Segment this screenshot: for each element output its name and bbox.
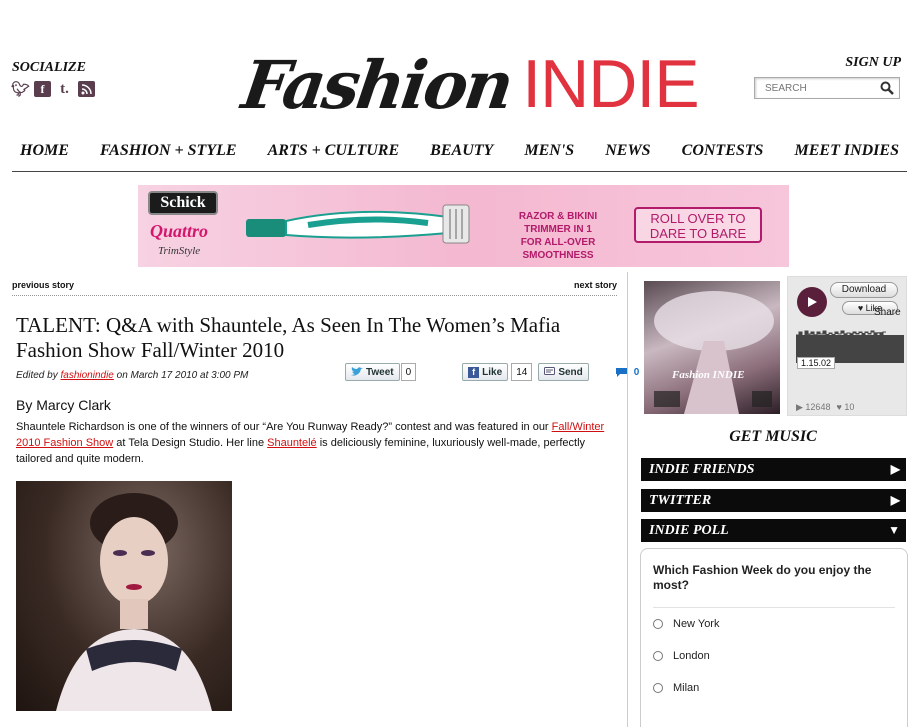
indie-friends-bar[interactable]: INDIE FRIENDS ▶ (641, 458, 906, 481)
facebook-icon[interactable]: f (34, 81, 51, 97)
ad-brand-logo: Schick (148, 191, 218, 215)
music-player: Download ♥ Like Share 1.15.02 ▶ 12648 ♥ … (787, 276, 907, 416)
sidebar-divider (627, 272, 628, 727)
expand-arrow-icon: ▶ (890, 493, 900, 507)
socialize-label: SOCIALIZE (12, 60, 86, 75)
tumblr-icon[interactable]: t. (56, 81, 73, 97)
logo-script: Fashion (237, 46, 516, 124)
tweet-count: 0 (400, 363, 417, 381)
radio-button[interactable] (653, 619, 663, 629)
play-button[interactable] (797, 287, 827, 317)
get-music-label[interactable]: GET MUSIC (640, 428, 906, 446)
article-intro: Shauntele Richardson is one of the winne… (16, 421, 605, 465)
radio-button[interactable] (653, 683, 663, 693)
signup-link[interactable]: SIGN UP (845, 55, 901, 71)
facebook-icon: f (468, 366, 480, 378)
indie-poll-bar[interactable]: INDIE POLL ▼ (641, 519, 906, 542)
radio-button[interactable] (653, 651, 663, 661)
collapse-arrow-icon: ▼ (888, 523, 900, 537)
nav-news[interactable]: NEWS (605, 138, 650, 171)
like-stat: 10 (844, 402, 855, 412)
player-stats: ▶ 12648 ♥ 10 (796, 402, 855, 412)
twitter-bird-icon (351, 367, 363, 376)
poll-option-label: Milan (673, 682, 700, 694)
nav-meet-indies[interactable]: MEET INDIES (795, 138, 899, 171)
article-title: TALENT: Q&A with Shauntele, As Seen In T… (16, 313, 561, 362)
send-icon (544, 367, 556, 375)
poll-option[interactable]: Milan (653, 672, 895, 704)
byline: By Marcy Clark (16, 397, 111, 413)
poll-question: Which Fashion Week do you enjoy the most… (653, 563, 895, 608)
share-bar: Tweet 0 f Like 14 Send 0 (345, 363, 639, 381)
poll-option[interactable]: New York (653, 608, 895, 640)
play-count: 12648 (805, 402, 831, 412)
nav-arts-culture[interactable]: ARTS + CULTURE (268, 138, 400, 171)
poll-option-label: London (673, 650, 710, 662)
search-box (754, 77, 900, 99)
nav-contests[interactable]: CONTESTS (682, 138, 764, 171)
next-story-link[interactable]: next story (574, 280, 617, 295)
track-time: 1.15.02 (797, 357, 836, 369)
poll-widget: Which Fashion Week do you enjoy the most… (640, 548, 908, 727)
main-nav: HOME FASHION + STYLE ARTS + CULTURE BEAU… (12, 138, 907, 172)
search-input[interactable] (765, 82, 875, 94)
site-logo[interactable]: Fashion INDIE (238, 18, 700, 124)
facebook-like-button[interactable]: f Like (462, 363, 509, 381)
razor-image (246, 204, 470, 244)
download-button[interactable]: Download (830, 282, 898, 298)
ad-tagline: RAZOR & BIKINI TRIMMER IN 1 FOR ALL-OVER… (518, 211, 598, 261)
rss-icon[interactable] (78, 81, 95, 97)
article-meta: Edited by fashionindie on March 17 2010 … (16, 370, 249, 381)
twitter-icon[interactable]: 🐦︎ (11, 81, 30, 98)
designer-link[interactable]: Shauntelé (267, 437, 317, 449)
ad-product-sub: TrimStyle (158, 245, 201, 257)
play-icon (808, 297, 817, 307)
ad-banner[interactable]: Schick Quattro TrimStyle RAZOR & BIKINI … (138, 185, 789, 267)
mixtape-tag: Fashion INDIE (672, 369, 745, 381)
player-share-button[interactable]: Share (874, 307, 901, 318)
poll-option-label: New York (673, 618, 720, 630)
logo-indie: INDIE (522, 46, 699, 122)
nav-beauty[interactable]: BEAUTY (430, 138, 493, 171)
nav-fashion-style[interactable]: FASHION + STYLE (100, 138, 237, 171)
nav-home[interactable]: HOME (20, 138, 69, 171)
nav-mens[interactable]: MEN'S (524, 138, 574, 171)
ad-product-name: Quattro (150, 221, 209, 241)
article-photo (16, 481, 232, 711)
twitter-bar[interactable]: TWITTER ▶ (641, 489, 906, 512)
comment-bubble-icon (615, 367, 627, 377)
author-link[interactable]: fashionindie (60, 370, 113, 381)
like-count: 14 (511, 363, 533, 381)
socialize-block: SOCIALIZE 🐦︎ f t. (11, 60, 95, 98)
mixtape-cover[interactable]: Fashion INDIE (644, 281, 780, 414)
send-button[interactable]: Send (538, 363, 589, 381)
story-nav: previous story next story (12, 280, 617, 296)
tweet-button[interactable]: Tweet (345, 363, 400, 381)
previous-story-link[interactable]: previous story (12, 280, 74, 295)
expand-arrow-icon: ▶ (890, 462, 900, 476)
ad-cta-button[interactable]: ROLL OVER TO DARE TO BARE (634, 207, 762, 243)
search-icon[interactable] (880, 81, 894, 95)
poll-option[interactable]: London (653, 640, 895, 672)
